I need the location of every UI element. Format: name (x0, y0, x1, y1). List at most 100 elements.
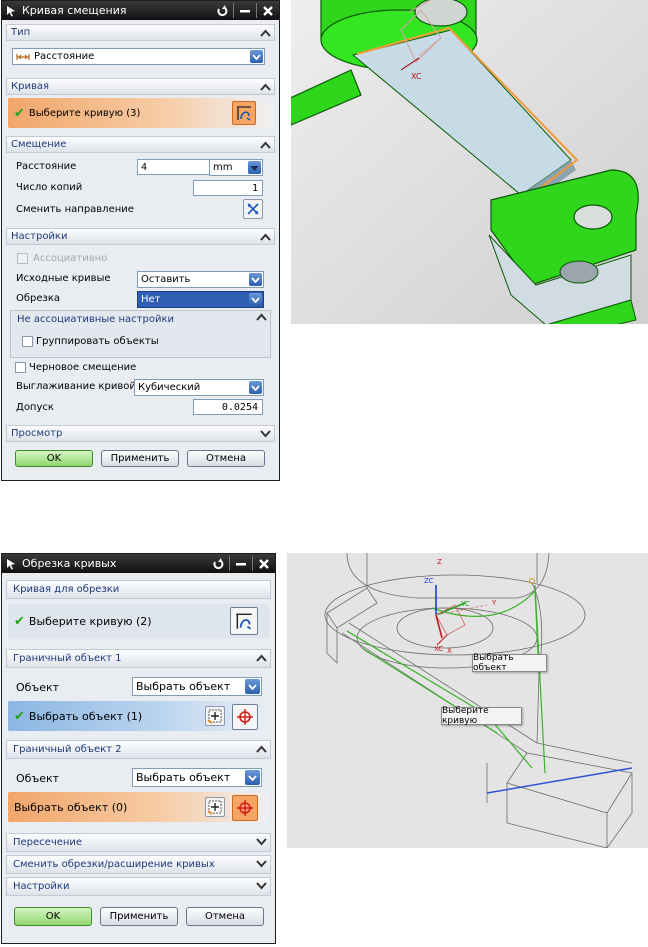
section-label: Сменить обрезки/расширение кривых (13, 859, 215, 870)
dialog-body: Кривая для обрезки ✔ Выберите кривую (2)… (6, 574, 271, 943)
object1-label: Объект (16, 681, 60, 694)
apply-button[interactable]: Применить (101, 450, 179, 467)
chevron-down-icon[interactable] (254, 835, 268, 848)
offset-curve-dialog: Кривая смещения Тип Расстояние Кривая ✔ … (1, 0, 280, 481)
tooltip-select-curve: Выберите кривую (441, 706, 522, 726)
close-icon[interactable] (260, 3, 276, 18)
section-curve[interactable]: Кривая (6, 78, 275, 95)
associative-checkbox[interactable] (17, 253, 28, 264)
chevron-down-icon[interactable] (250, 50, 263, 63)
checkmark-icon: ✔ (14, 613, 25, 629)
chevron-up-icon[interactable] (258, 230, 272, 243)
add-point-button[interactable] (205, 706, 225, 726)
select-object1-label: Выбрать объект (1) (28, 709, 143, 723)
rough-offset-checkbox[interactable] (15, 362, 26, 373)
part-model-graphic: XC (291, 0, 648, 324)
ok-button[interactable]: OK (14, 907, 92, 926)
trim-value: Нет (141, 294, 161, 305)
dialog-title: Кривая смещения (22, 4, 127, 17)
viewport-offset-preview[interactable]: XC (291, 0, 648, 324)
section-curve-to-trim: Кривая для обрезки (6, 580, 271, 599)
chevron-down-icon[interactable] (254, 879, 268, 892)
curve-select-icon (236, 613, 252, 630)
chevron-down-icon[interactable] (249, 273, 262, 286)
type-select[interactable]: Расстояние (12, 48, 265, 65)
minimize-icon[interactable] (233, 556, 249, 571)
tolerance-input[interactable]: 0.0254 (193, 399, 263, 415)
section-boundary-1[interactable]: Граничный объект 1 (6, 649, 271, 668)
nonassociative-header[interactable]: Не ассоциативные настройки (11, 311, 270, 328)
cancel-button[interactable]: Отмена (186, 907, 264, 926)
object1-select[interactable]: Выбрать объект (132, 677, 262, 696)
close-icon[interactable] (256, 556, 272, 571)
dialog-titlebar[interactable]: Обрезка кривых (2, 554, 275, 573)
select-object2-button[interactable] (232, 795, 258, 821)
copies-input[interactable]: 1 (193, 180, 263, 196)
section-type[interactable]: Тип (6, 24, 275, 41)
distance-input[interactable]: 4 (137, 159, 210, 175)
wireframe-graphic: Z ZC YC Y XC X (287, 553, 648, 848)
distance-label: Расстояние (16, 161, 77, 172)
chevron-up-icon[interactable] (256, 313, 267, 324)
step-down-icon[interactable] (248, 161, 261, 174)
reset-icon[interactable] (210, 556, 226, 571)
reset-icon[interactable] (214, 3, 230, 18)
chevron-down-icon[interactable] (249, 381, 262, 394)
section-boundary-2[interactable]: Граничный объект 2 (6, 740, 271, 759)
object1-value: Выбрать объект (136, 680, 231, 693)
distance-value: 4 (141, 161, 148, 173)
group-objects-checkbox[interactable] (22, 336, 33, 347)
title-separator (233, 3, 234, 18)
copies-label: Число копий (16, 182, 83, 193)
chevron-down-icon[interactable] (249, 293, 262, 306)
trim-label: Обрезка (16, 293, 61, 304)
smoothing-value: Кубический (138, 382, 201, 393)
smoothing-select[interactable]: Кубический (134, 379, 264, 396)
distance-unit-select[interactable]: mm (209, 159, 263, 176)
chevron-up-icon[interactable] (258, 138, 272, 151)
curve-select-icon (237, 106, 251, 121)
chevron-up-icon[interactable] (258, 26, 272, 39)
chevron-down-icon[interactable] (254, 857, 268, 870)
section-offset[interactable]: Смещение (6, 136, 275, 153)
chevron-down-icon[interactable] (245, 679, 260, 694)
section-settings[interactable]: Настройки (6, 877, 271, 896)
select-curve-button[interactable] (232, 101, 256, 125)
chevron-up-icon[interactable] (258, 80, 272, 93)
crosshair-icon (237, 800, 253, 816)
chevron-up-icon[interactable] (254, 651, 268, 664)
chevron-down-icon[interactable] (245, 770, 260, 785)
input-curves-value: Оставить (141, 274, 191, 285)
section-settings[interactable]: Настройки (6, 228, 275, 245)
viewport-trim-preview[interactable]: Z ZC YC Y XC X Выбрать объект Выберите к… (287, 553, 648, 848)
section-label: Граничный объект 1 (13, 653, 122, 664)
distance-type-icon (16, 53, 30, 60)
chevron-down-icon[interactable] (258, 427, 272, 440)
select-curve-label: Выберите кривую (2) (28, 614, 152, 628)
group-objects-label: Группировать объекты (36, 336, 159, 347)
chevron-up-icon[interactable] (254, 742, 268, 755)
object2-select[interactable]: Выбрать объект (132, 768, 262, 787)
object2-label: Объект (16, 772, 60, 785)
title-separator (252, 556, 253, 571)
select-object1-row[interactable]: ✔ Выбрать объект (1) (8, 701, 269, 731)
reverse-direction-button[interactable] (243, 199, 263, 219)
axis-xc-label: XC (434, 645, 443, 653)
select-curve-button[interactable] (230, 607, 258, 635)
trim-select[interactable]: Нет (137, 291, 264, 308)
section-preview[interactable]: Просмотр (6, 425, 275, 442)
ok-button[interactable]: OK (15, 450, 93, 467)
apply-button[interactable]: Применить (100, 907, 178, 926)
cancel-button[interactable]: Отмена (187, 450, 265, 467)
axis-xc-label: XC (411, 72, 422, 81)
add-point-button[interactable] (205, 797, 225, 817)
select-object2-row[interactable]: Выбрать объект (0) (8, 792, 269, 822)
checkmark-icon: ✔ (14, 105, 25, 121)
minimize-icon[interactable] (237, 3, 253, 18)
select-object1-button[interactable] (232, 704, 258, 730)
input-curves-select[interactable]: Оставить (137, 271, 264, 288)
section-intersection[interactable]: Пересечение (6, 833, 271, 852)
section-trim-extend[interactable]: Сменить обрезки/расширение кривых (6, 855, 271, 874)
rough-offset-label: Черновое смещение (29, 362, 137, 373)
dialog-titlebar[interactable]: Кривая смещения (2, 1, 279, 20)
